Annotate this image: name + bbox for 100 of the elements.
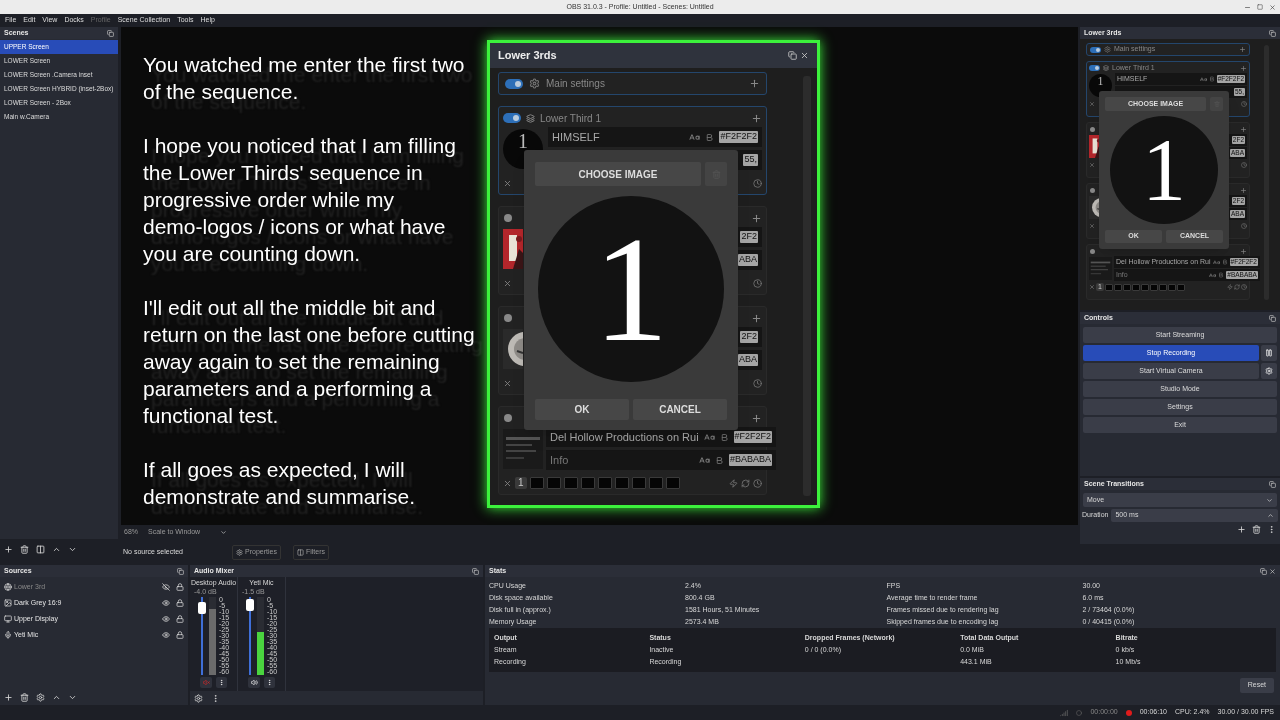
field-value: HIMSELF <box>552 129 601 145</box>
font-icon[interactable] <box>1209 271 1217 279</box>
color-tag[interactable]: ABA <box>738 354 758 366</box>
choose-image-button[interactable]: CHOOSE IMAGE <box>535 162 701 186</box>
mute-button[interactable] <box>248 677 260 688</box>
lightning-icon[interactable] <box>1227 284 1233 290</box>
trash-icon[interactable] <box>1252 525 1261 534</box>
delete-icon[interactable] <box>1089 101 1095 107</box>
clock-icon[interactable] <box>1241 162 1247 168</box>
add-icon[interactable] <box>4 544 13 554</box>
fader-handle[interactable] <box>197 601 206 614</box>
speaker-icon <box>250 679 258 686</box>
clock-icon[interactable] <box>1241 284 1247 290</box>
add-icon[interactable] <box>749 78 760 89</box>
toggle-switch[interactable] <box>505 78 523 89</box>
trash-icon[interactable] <box>20 692 29 702</box>
float-icon[interactable] <box>1269 480 1276 488</box>
float-icon[interactable] <box>1269 29 1276 37</box>
float-icon[interactable] <box>107 29 114 37</box>
fader-track[interactable] <box>200 597 203 675</box>
eye-icon[interactable] <box>162 631 170 639</box>
caption-paragraph: You watched me enter the first two of the sequence. <box>143 52 466 105</box>
float-icon[interactable] <box>177 567 184 575</box>
delete-icon[interactable] <box>1089 284 1095 290</box>
layer-icon <box>526 113 535 123</box>
float-icon[interactable] <box>1260 567 1267 575</box>
toggle-switch[interactable] <box>503 113 521 123</box>
float-icon[interactable] <box>1269 314 1276 322</box>
toggle-switch[interactable] <box>1089 65 1100 71</box>
text-field[interactable]: Info #BABABA <box>546 450 777 470</box>
close-icon[interactable] <box>1269 3 1276 11</box>
font-icon[interactable] <box>699 454 711 466</box>
gear-icon[interactable] <box>194 693 203 703</box>
pause-icon <box>1265 349 1273 357</box>
more-icon[interactable] <box>1267 525 1276 534</box>
bold-icon[interactable] <box>715 455 725 465</box>
microphone-icon <box>4 631 12 639</box>
eye-icon[interactable] <box>162 599 170 607</box>
channel-menu-button[interactable] <box>264 677 275 688</box>
add-icon[interactable] <box>751 312 762 324</box>
gear-icon[interactable] <box>36 692 45 702</box>
refresh-icon[interactable] <box>1234 284 1240 290</box>
text-field[interactable]: HIMSELF #F2F2F2 <box>548 127 762 147</box>
channel-menu-button[interactable] <box>216 677 227 688</box>
delete-icon[interactable] <box>1089 162 1095 168</box>
pause-button[interactable] <box>1261 345 1277 361</box>
color-tag[interactable]: 55, <box>743 154 758 166</box>
bold-icon[interactable] <box>719 432 729 442</box>
float-icon[interactable] <box>788 51 797 60</box>
image-icon <box>4 599 12 607</box>
clock-icon[interactable] <box>753 278 762 288</box>
color-tag[interactable]: #F2F2F2 <box>733 431 773 443</box>
color-tag[interactable]: 2F2 <box>740 231 758 243</box>
float-icon[interactable] <box>472 567 479 575</box>
lightning-icon[interactable] <box>729 478 738 488</box>
refresh-icon[interactable] <box>741 478 750 488</box>
color-tag[interactable]: #BABABA <box>729 454 773 466</box>
lock-icon[interactable] <box>176 583 184 591</box>
color-tag[interactable]: #F2F2F2 <box>719 131 758 143</box>
clock-icon[interactable] <box>753 378 762 388</box>
delete-icon[interactable] <box>503 478 512 488</box>
delete-icon[interactable] <box>503 278 512 288</box>
delete-icon[interactable] <box>1089 223 1095 229</box>
lock-icon[interactable] <box>176 615 184 623</box>
image-number: 1 <box>593 214 669 364</box>
font-icon[interactable] <box>1212 258 1220 266</box>
clock-icon[interactable] <box>1241 101 1247 107</box>
delete-icon[interactable] <box>503 178 512 188</box>
ok-button[interactable]: OK <box>535 399 629 420</box>
fader-track[interactable] <box>248 597 251 675</box>
color-tag[interactable]: 2F2 <box>740 331 758 343</box>
muted-speaker-icon <box>202 679 210 686</box>
panel-icon[interactable] <box>36 544 45 554</box>
settings-button[interactable] <box>1261 363 1277 379</box>
add-icon[interactable] <box>751 212 762 224</box>
number-badge[interactable]: 1 <box>515 476 527 490</box>
eye-icon[interactable] <box>162 615 170 623</box>
bold-icon[interactable] <box>705 132 715 142</box>
font-icon[interactable] <box>689 131 701 143</box>
lock-icon[interactable] <box>176 599 184 607</box>
maximize-icon[interactable] <box>1257 3 1263 10</box>
toggle-switch[interactable] <box>1090 46 1101 53</box>
clock-icon[interactable] <box>753 478 762 488</box>
cancel-button[interactable]: CANCEL <box>633 399 727 420</box>
trash-icon[interactable] <box>20 544 29 554</box>
more-icon[interactable] <box>211 693 220 703</box>
delete-icon[interactable] <box>503 378 512 388</box>
add-icon[interactable] <box>751 112 762 124</box>
clock-icon[interactable] <box>753 178 762 188</box>
eye-off-icon[interactable] <box>162 583 170 591</box>
add-icon[interactable] <box>4 692 13 702</box>
fader-handle[interactable] <box>245 598 254 611</box>
clock-icon[interactable] <box>1241 223 1247 229</box>
font-icon[interactable] <box>703 431 715 443</box>
font-icon[interactable] <box>1199 75 1207 83</box>
bold-icon[interactable] <box>1208 76 1215 82</box>
color-tag[interactable]: ABA <box>738 254 758 266</box>
add-icon[interactable] <box>1237 525 1246 534</box>
lock-icon[interactable] <box>176 631 184 639</box>
add-icon[interactable] <box>751 412 762 424</box>
